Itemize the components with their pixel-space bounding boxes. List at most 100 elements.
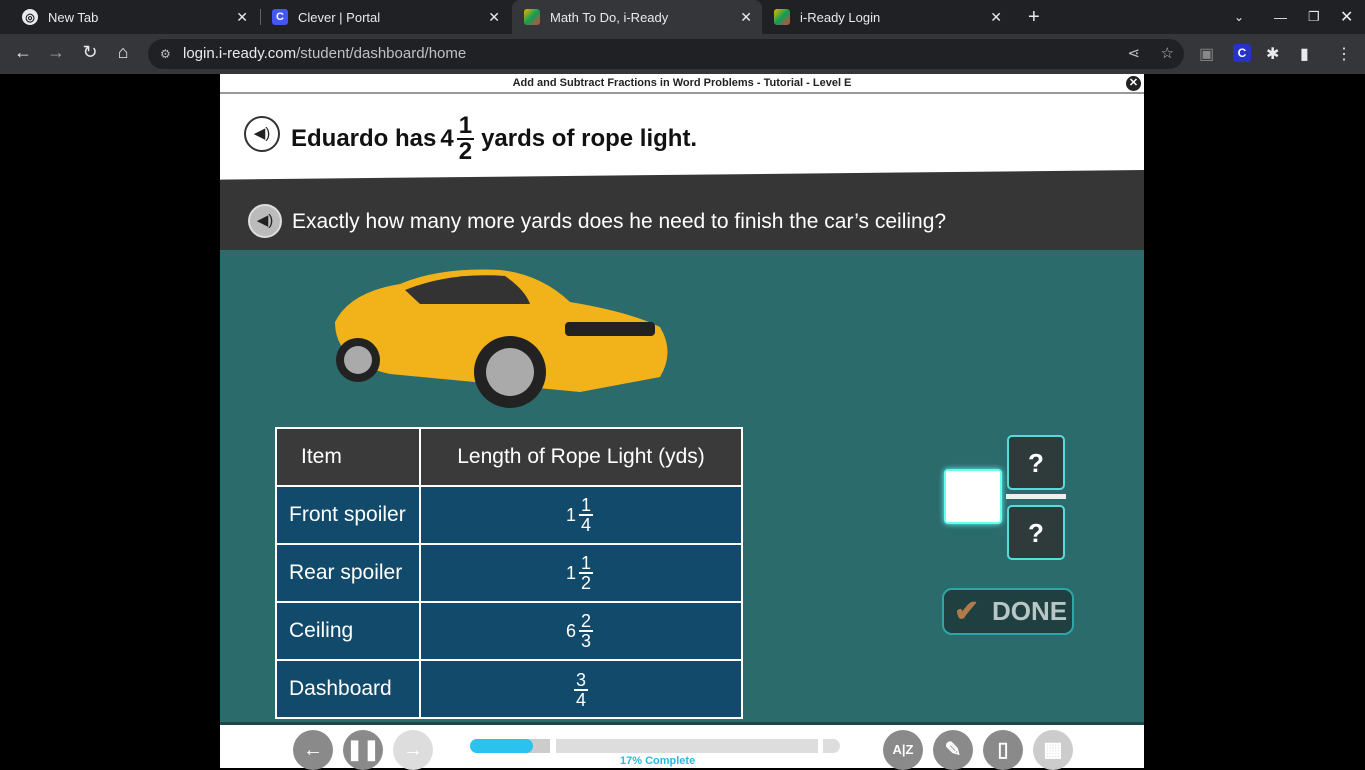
tab-label: i-Ready Login — [800, 9, 881, 25]
browser-toolbar: ← → ↻ ⌂ ⚙ login.i-ready.com/student/dash… — [0, 34, 1365, 74]
fraction-bar — [1006, 494, 1066, 499]
question-2-text: Exactly how many more yards does he need… — [292, 210, 947, 233]
denominator: 3 — [581, 631, 592, 651]
denominator: 4 — [575, 689, 586, 710]
tab-label: Math To Do, i-Ready — [550, 9, 669, 25]
url-path: /student/dashboard/home — [296, 45, 467, 62]
calculator-icon[interactable]: ▦ — [1033, 730, 1073, 770]
menu-icon[interactable]: ⋮ — [1336, 44, 1352, 64]
glossary-icon[interactable]: A|Z — [883, 730, 923, 770]
tab-iready-math[interactable]: Math To Do, i-Ready ✕ — [512, 0, 762, 34]
side-panel-icon[interactable]: ▮ — [1300, 44, 1309, 64]
mixed-number: 412 — [440, 114, 477, 164]
notepad-icon[interactable]: ▯ — [983, 730, 1023, 770]
table-row: Dashboard 3 4 — [275, 659, 743, 719]
reload-icon[interactable]: ↻ — [78, 42, 102, 63]
whole: 1 — [565, 562, 576, 583]
tab-label: Clever | Portal — [298, 9, 381, 25]
whole: 6 — [565, 620, 576, 641]
share-icon[interactable]: ⋖ — [1127, 39, 1140, 69]
item-cell: Rear spoiler — [275, 543, 421, 603]
tab-bar: ◎ New Tab ✕ C Clever | Portal ✕ Math To … — [0, 0, 1365, 34]
iready-icon — [524, 9, 540, 25]
denominator-input[interactable]: ? — [1007, 505, 1065, 560]
car-image — [335, 269, 668, 408]
tab-label: New Tab — [48, 9, 99, 25]
close-tab-icon[interactable]: ✕ — [990, 9, 1002, 26]
url-domain: login.i-ready.com — [183, 45, 297, 62]
item-cell: Dashboard — [275, 659, 421, 719]
column-header: Length of Rope Light (yds) — [419, 427, 743, 487]
home-icon[interactable]: ⌂ — [111, 42, 135, 63]
item-cell: Ceiling — [275, 601, 421, 661]
close-window-icon[interactable]: ✕ — [1330, 0, 1353, 34]
question-2-panel: ◀) Exactly how many more yards does he n… — [220, 170, 1144, 250]
chrome-icon: ◎ — [22, 9, 38, 25]
denominator: 2 — [458, 138, 473, 165]
numerator: 2 — [579, 611, 594, 632]
numerator: 3 — [573, 669, 588, 691]
numerator: 1 — [456, 112, 475, 140]
done-button[interactable]: ✔ DONE — [942, 588, 1074, 635]
q1-post: yards of rope light. — [481, 125, 698, 152]
denominator: 2 — [581, 573, 592, 593]
checkmark-icon: ✔ — [954, 595, 980, 628]
numerator: 1 — [579, 553, 594, 574]
length-cell: 114 — [419, 485, 743, 545]
length-cell: 34 — [419, 659, 743, 719]
pencil-icon[interactable]: ✎ — [933, 730, 973, 770]
back-arrow-icon[interactable]: ← — [293, 730, 333, 770]
close-lesson-icon[interactable]: ✕ — [1126, 76, 1141, 91]
progress-label: 17% Complete — [620, 755, 696, 767]
lesson-title: Add and Subtract Fractions in Word Probl… — [512, 77, 852, 89]
close-tab-icon[interactable]: ✕ — [488, 9, 500, 26]
numerator: 1 — [579, 495, 594, 516]
numerator-input[interactable]: ? — [1007, 435, 1065, 490]
player-controls: ← ❚❚ → 17% Complete A|Z ✎ ▯ ▦ — [220, 722, 1144, 770]
site-info-icon[interactable]: ⚙ — [160, 39, 171, 69]
done-label: DONE — [992, 596, 1068, 626]
lesson-player: Add and Subtract Fractions in Word Probl… — [220, 74, 1144, 770]
progress-fill — [470, 739, 533, 753]
tab-new-tab[interactable]: ◎ New Tab ✕ — [0, 0, 258, 34]
progress-bar — [470, 739, 840, 753]
speaker-icon[interactable]: ◀) — [244, 116, 280, 152]
table-row: Rear spoiler 1 1 2 — [275, 543, 743, 603]
new-tab-button[interactable]: + — [1018, 0, 1040, 34]
speaker-icon[interactable]: ◀) — [248, 204, 282, 238]
q1-pre: Eduardo has — [291, 125, 437, 152]
minimize-icon[interactable]: — — [1264, 0, 1287, 34]
restore-icon[interactable]: ❐ — [1298, 0, 1320, 34]
table-header-row: Item Length of Rope Light (yds) — [275, 427, 743, 487]
bookmark-star-icon[interactable]: ☆ — [1161, 39, 1174, 69]
question-1-panel: ◀) Eduardo has 412 yards of rope light. — [220, 94, 1144, 184]
extension-icon[interactable]: ▣ — [1199, 44, 1214, 64]
pause-icon[interactable]: ❚❚ — [343, 730, 383, 770]
denominator: 4 — [581, 515, 592, 535]
table-row: Ceiling 6 2 3 — [275, 601, 743, 661]
tab-iready-login[interactable]: i-Ready Login ✕ — [764, 0, 1012, 34]
whole: 4 — [440, 125, 454, 152]
extensions-puzzle-icon[interactable]: ✱ — [1266, 44, 1279, 64]
clever-extension-icon[interactable]: C — [1233, 44, 1251, 62]
back-icon[interactable]: ← — [11, 42, 35, 63]
clever-icon: C — [272, 9, 288, 25]
item-cell: Front spoiler — [275, 485, 421, 545]
lesson-title-bar: Add and Subtract Fractions in Word Probl… — [220, 74, 1144, 94]
iready-icon — [774, 9, 790, 25]
length-cell: 623 — [419, 601, 743, 661]
forward-arrow-icon[interactable]: → — [393, 730, 433, 770]
close-tab-icon[interactable]: ✕ — [740, 9, 752, 26]
whole-number-input[interactable] — [944, 469, 1002, 524]
question-1-text: Eduardo has 412 yards of rope light. — [291, 114, 697, 164]
close-tab-icon[interactable]: ✕ — [236, 9, 248, 26]
table-row: Front spoiler 1 1 4 — [275, 485, 743, 545]
address-bar[interactable]: ⚙ login.i-ready.com/student/dashboard/ho… — [148, 39, 1184, 69]
tab-clever[interactable]: C Clever | Portal ✕ — [262, 0, 510, 34]
tab-search-chevron-icon[interactable]: ⌄ — [1224, 0, 1244, 34]
whole: 1 — [565, 504, 576, 525]
column-header: Item — [275, 427, 421, 487]
forward-icon[interactable]: → — [44, 42, 68, 63]
length-cell: 112 — [419, 543, 743, 603]
rope-light-table: Item Length of Rope Light (yds) Front sp… — [275, 427, 743, 719]
